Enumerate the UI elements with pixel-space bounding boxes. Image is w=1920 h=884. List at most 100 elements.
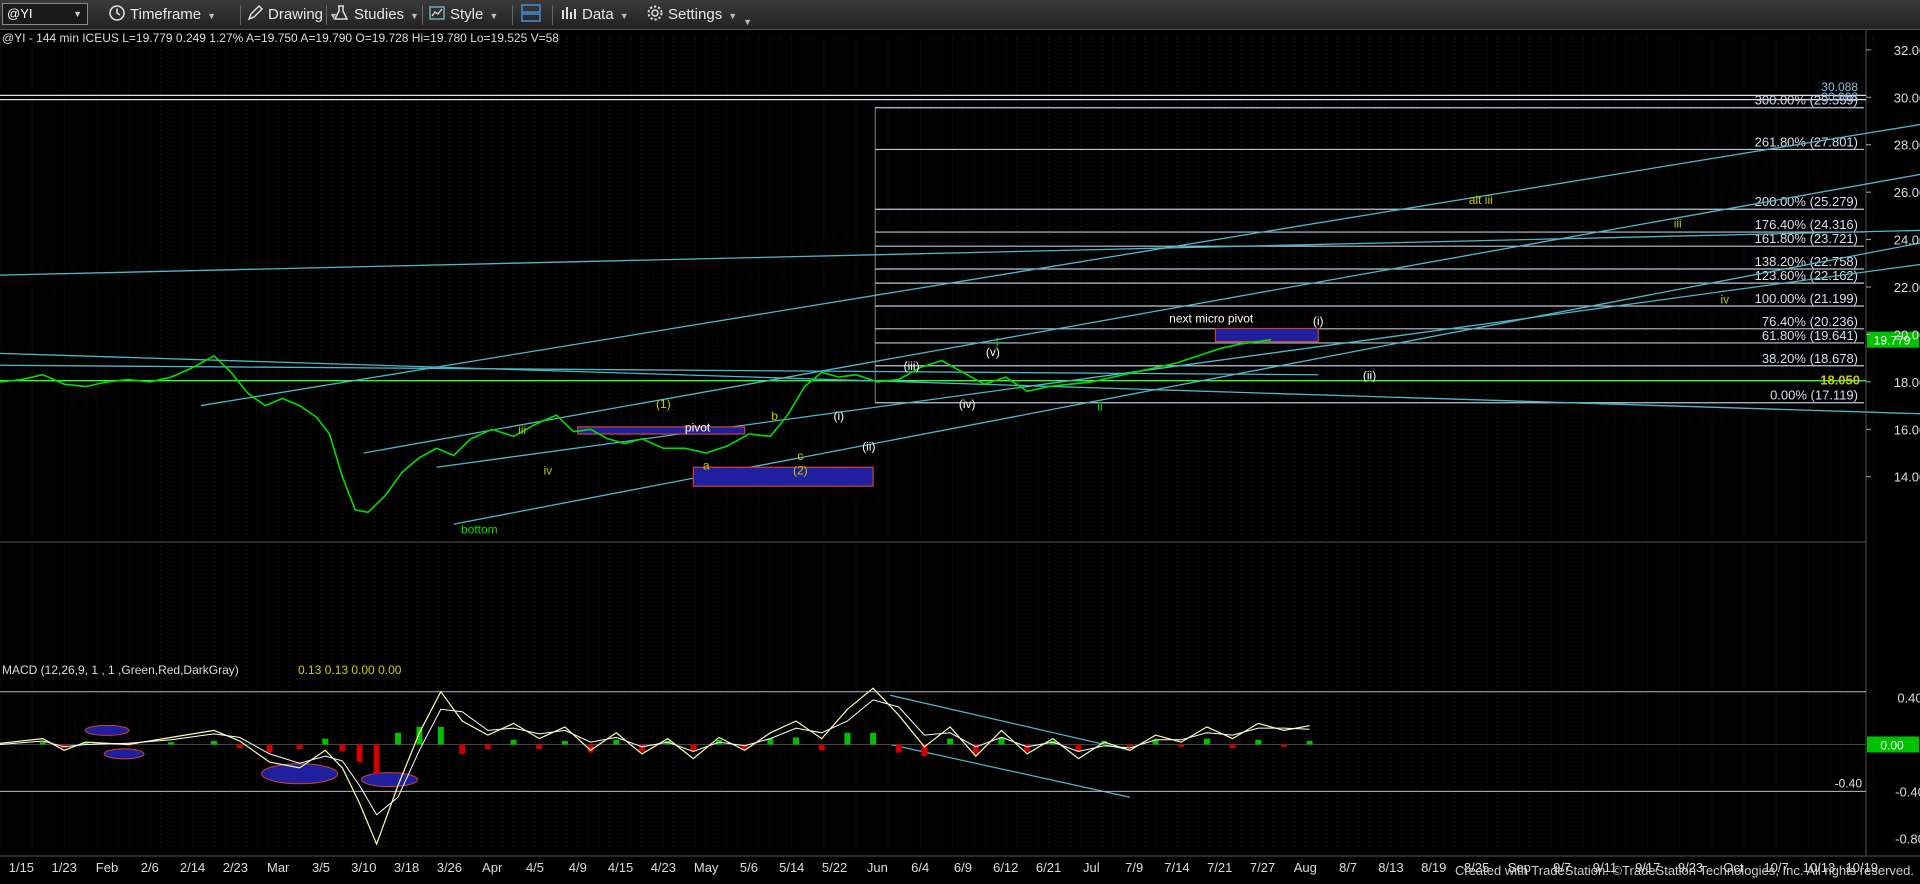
- x-tick-label: 3/18: [394, 860, 419, 875]
- y-tick-label: 26.00: [1894, 185, 1920, 200]
- macd-histogram-bar: [39, 742, 46, 745]
- x-tick-label: 5/6: [740, 860, 758, 875]
- wave-label: b: [771, 409, 778, 423]
- studies-menu[interactable]: Studies ▼: [332, 0, 419, 30]
- macd-histogram-bar: [210, 740, 217, 745]
- data-menu[interactable]: Data ▼: [560, 0, 629, 30]
- macd-histogram-bar: [1203, 738, 1210, 745]
- settings-menu[interactable]: Settings ▼ ▼: [646, 0, 752, 30]
- macd-y-tick-label: -0.80: [1895, 831, 1920, 846]
- chevron-down-icon[interactable]: ▼: [73, 4, 82, 24]
- macd-histogram-bar: [895, 744, 902, 753]
- x-tick-label: Jun: [867, 860, 888, 875]
- macd-histogram-bar: [266, 744, 273, 753]
- x-tick-label: 6/12: [993, 860, 1018, 875]
- layout-button[interactable]: [520, 0, 542, 30]
- wave-label: a: [703, 459, 710, 473]
- x-tick-label: 7/9: [1125, 860, 1143, 875]
- macd-histogram-bar: [536, 744, 543, 750]
- y-tick-label: 20.00: [1894, 327, 1920, 342]
- wave-label: (i): [1313, 314, 1324, 328]
- x-tick-label: 6/21: [1036, 860, 1061, 875]
- macd-histogram-bar: [613, 739, 620, 745]
- macd-histogram-bar: [1126, 744, 1133, 747]
- x-tick-label: Jul: [1083, 860, 1100, 875]
- toolbar: @YI ▼ Timeframe ▼ Drawing ▼ Studies ▼ Style ▼…: [0, 0, 1920, 30]
- x-tick-label: 6/4: [911, 860, 929, 875]
- macd-histogram-bar: [356, 744, 363, 763]
- x-tick-label: 1/15: [9, 860, 34, 875]
- x-tick-label: 4/5: [526, 860, 544, 875]
- studies-label: Studies: [354, 6, 405, 23]
- y-tick-label: 30.00: [1894, 90, 1920, 105]
- x-tick-label: 6/9: [954, 860, 972, 875]
- style-menu[interactable]: Style ▼: [428, 0, 498, 30]
- y-tick-label: 14.00: [1894, 470, 1920, 485]
- wave-label: (i): [834, 409, 845, 423]
- y-tick-label: 22.00: [1894, 280, 1920, 295]
- chevron-down-icon: ▼: [207, 11, 217, 21]
- toolbar-divider: [512, 5, 513, 25]
- wave-label: (iv): [959, 397, 976, 411]
- flask-icon: [333, 5, 349, 20]
- macd-histogram-bar: [395, 732, 402, 745]
- price-chart[interactable]: 300.00% (29.559)261.80% (27.801)200.00% …: [0, 30, 1920, 879]
- toolbar-divider: [326, 5, 327, 25]
- chart-area[interactable]: 300.00% (29.559) 261.80% (27.801) 200.00% …: [0, 30, 1920, 879]
- divergence-ellipse: [261, 763, 339, 785]
- settings-label: Settings: [668, 6, 723, 23]
- symbol-text: @YI: [7, 6, 33, 21]
- wave-label: next micro pivot: [1169, 312, 1254, 326]
- toolbar-divider: [552, 5, 553, 25]
- timeframe-menu[interactable]: Timeframe ▼: [108, 0, 216, 30]
- x-tick-label: 2/6: [141, 860, 159, 875]
- macd-histogram-bar: [1280, 744, 1287, 747]
- symbol-input[interactable]: @YI ▼: [2, 3, 88, 25]
- macd-values: 0.13 0.13 0.00 0.00: [298, 663, 402, 677]
- macd-signal-line: [0, 699, 1310, 816]
- fib-level-label: 138.20% (22.758): [1755, 254, 1858, 269]
- top-level-label: 30.068: [1821, 90, 1858, 104]
- wave-label: (1): [656, 397, 671, 411]
- pencil-icon: [247, 4, 264, 21]
- y-tick-label: 24.00: [1894, 233, 1920, 248]
- fib-level-label: 61.80% (19.641): [1762, 328, 1858, 343]
- y-tick-label: 16.00: [1894, 422, 1920, 437]
- macd-histogram-bar: [296, 744, 303, 750]
- support-level-label: 18.050: [1820, 373, 1860, 388]
- macd-histogram-bar: [1229, 744, 1236, 748]
- drawing-label: Drawing: [268, 6, 324, 23]
- grid: [0, 30, 1920, 857]
- x-tick-label: 4/9: [569, 860, 587, 875]
- chevron-down-icon: ▼: [743, 17, 753, 27]
- macd-histogram-bar: [322, 738, 329, 745]
- chevron-down-icon: ▼: [619, 11, 629, 21]
- fib-levels: 300.00% (29.559)261.80% (27.801)200.00% …: [0, 80, 1866, 404]
- x-tick-label: 7/21: [1207, 860, 1232, 875]
- toolbar-divider: [422, 5, 423, 25]
- wave-label: (2): [793, 463, 808, 477]
- x-tick-label: 8/13: [1378, 860, 1403, 875]
- macd-title: MACD (12,26,9, 1 , 1 ,Green,Red,DarkGray…: [2, 663, 239, 677]
- macd-histogram-bar: [947, 738, 954, 745]
- macd-histogram-bar: [1178, 744, 1185, 747]
- wave-label: (iii): [904, 359, 920, 373]
- divergence-ellipse: [360, 772, 418, 788]
- footer-credit: Created with TradeStation. ©TradeStation…: [1454, 863, 1914, 878]
- chevron-down-icon: ▼: [410, 11, 419, 21]
- fib-level-label: 0.00% (17.119): [1770, 388, 1858, 403]
- drawing-menu[interactable]: Drawing ▼: [246, 0, 338, 30]
- bar-chart-icon: [562, 7, 576, 19]
- wave-label: (ii): [862, 440, 875, 454]
- macd-histogram-bar: [510, 739, 517, 745]
- trend-line: [363, 173, 1920, 454]
- macd-histogram-bar: [168, 742, 175, 745]
- wave-label: iv: [543, 463, 552, 477]
- data-label: Data: [582, 6, 614, 23]
- macd-histogram-bar: [437, 726, 444, 745]
- layout-icon: [521, 4, 541, 22]
- fib-level-label: 38.20% (18.678): [1762, 351, 1858, 366]
- x-tick-label: Aug: [1294, 860, 1317, 875]
- x-tick-label: Mar: [267, 860, 290, 875]
- macd-value-label: 0.00: [1880, 738, 1904, 752]
